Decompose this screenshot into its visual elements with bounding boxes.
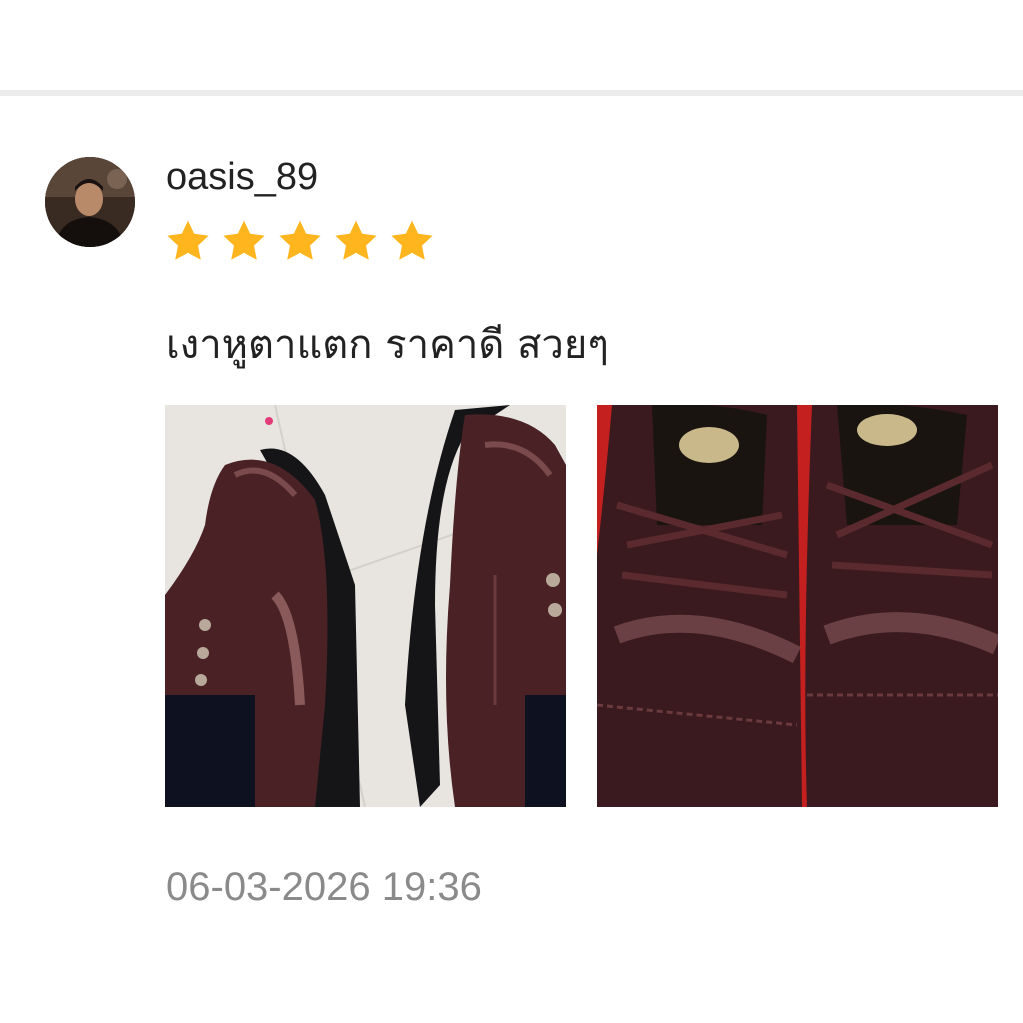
review-timestamp: 06-03-2026 19:36 [166, 865, 482, 909]
review-photo-2[interactable] [597, 405, 998, 807]
review-photo-1[interactable] [165, 405, 566, 807]
username[interactable]: oasis_89 [166, 152, 318, 202]
avatar[interactable] [45, 157, 135, 247]
rating-stars [164, 217, 436, 267]
star-icon [223, 220, 265, 260]
top-divider [0, 90, 1023, 96]
star-icon [335, 220, 377, 260]
review-text: เงาหูตาแตก ราคาดี สวยๆ [166, 322, 609, 368]
star-icon [167, 220, 209, 260]
star-icon [279, 220, 321, 260]
star-icon [391, 220, 433, 260]
